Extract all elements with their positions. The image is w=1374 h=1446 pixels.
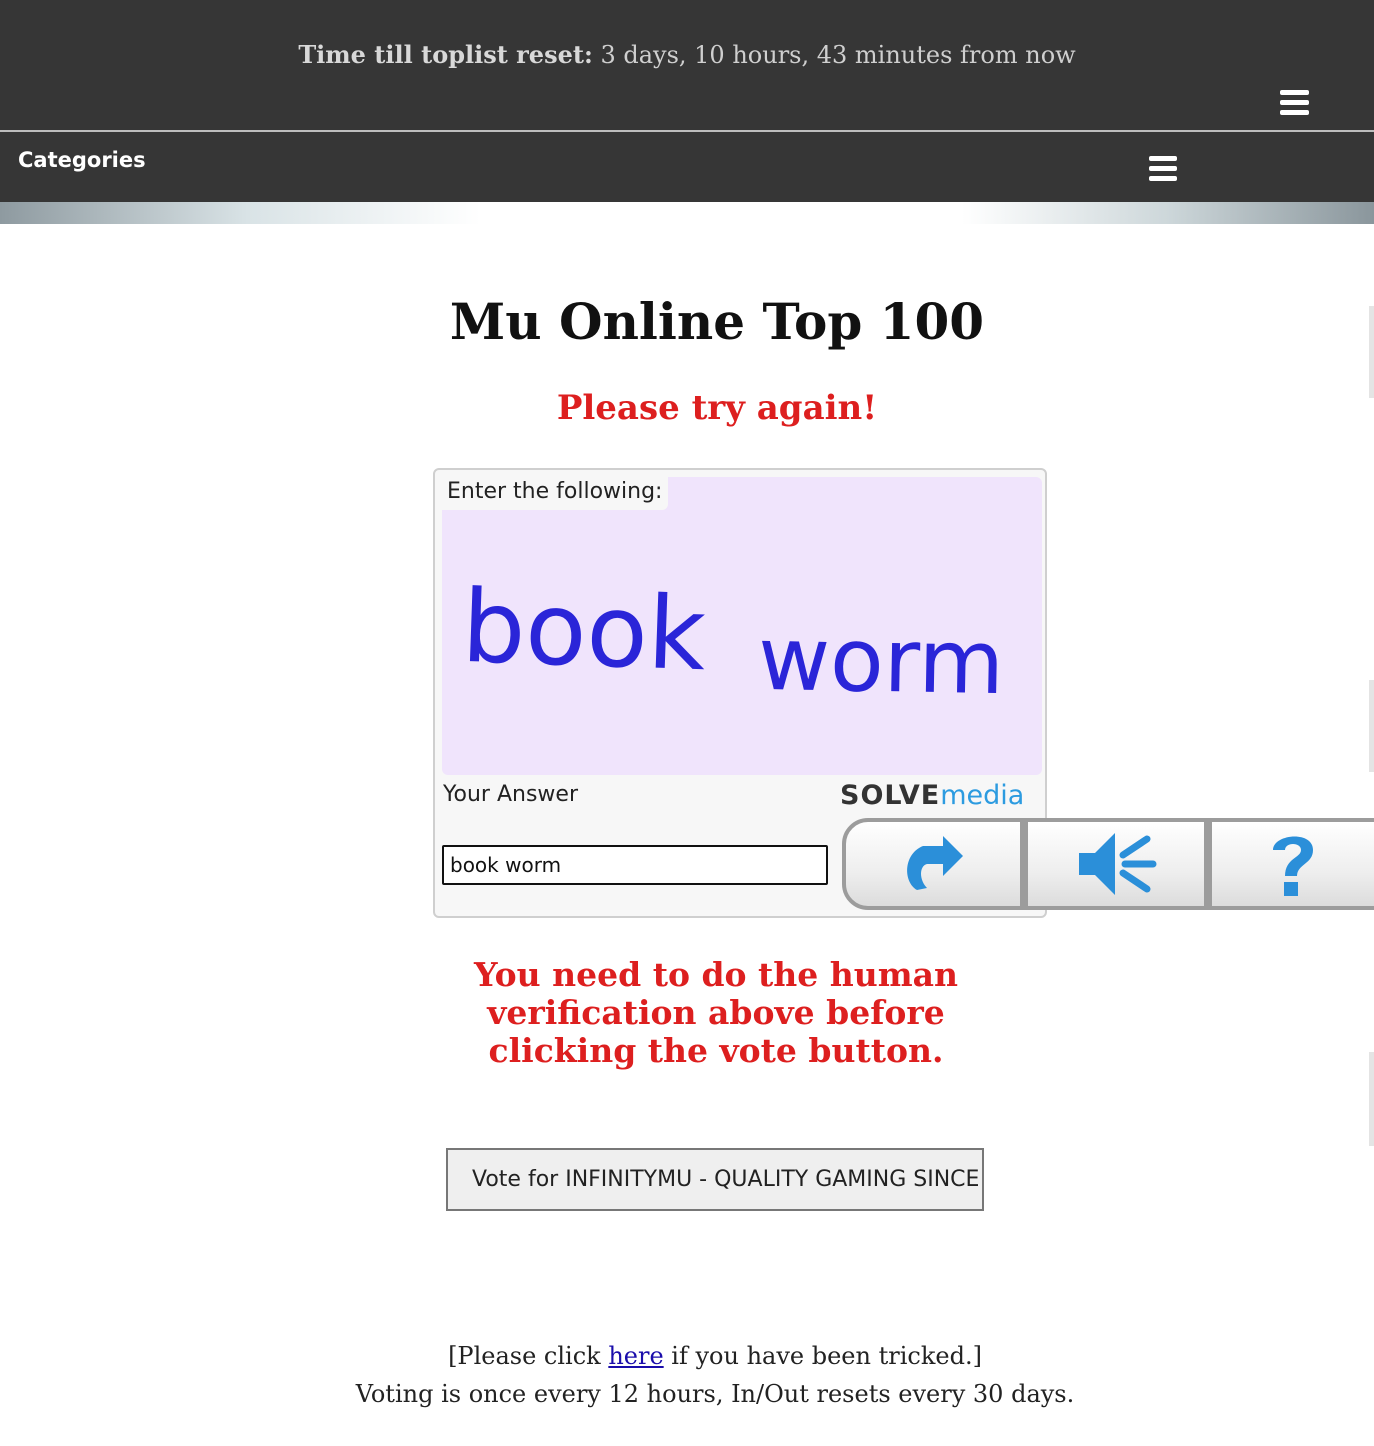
reset-label: Time till toplist reset: bbox=[298, 40, 593, 69]
top-header: Time till toplist reset: 3 days, 10 hour… bbox=[0, 0, 1374, 130]
voting-info: Voting is once every 12 hours, In/Out re… bbox=[355, 1380, 1075, 1408]
captcha-refresh-button[interactable] bbox=[842, 818, 1024, 910]
page-title: Mu Online Top 100 bbox=[449, 292, 985, 351]
scroll-indicator bbox=[1369, 680, 1374, 772]
captcha-word-1: book bbox=[460, 567, 708, 694]
captcha-answer-input[interactable] bbox=[442, 845, 828, 885]
categories-bar: Categories bbox=[0, 132, 1374, 202]
captcha-audio-button[interactable] bbox=[1024, 818, 1208, 910]
solve-media-logo: SOLVEmedia bbox=[840, 780, 1024, 811]
audio-icon bbox=[1079, 833, 1157, 895]
error-message: Please try again! bbox=[556, 388, 878, 428]
brand-solve: SOLVE bbox=[840, 780, 941, 811]
categories-link[interactable]: Categories bbox=[18, 148, 146, 172]
scroll-indicator bbox=[1369, 306, 1374, 398]
captcha-word-2: worm bbox=[757, 606, 1006, 715]
header-banner-image bbox=[0, 202, 1374, 224]
refresh-icon bbox=[907, 836, 963, 890]
answer-label: Your Answer bbox=[443, 782, 578, 807]
captcha-help-button[interactable] bbox=[1208, 818, 1374, 910]
categories-menu-icon[interactable] bbox=[1149, 156, 1177, 182]
menu-icon[interactable] bbox=[1280, 90, 1309, 116]
brand-media: media bbox=[940, 780, 1025, 811]
scroll-indicator bbox=[1369, 1052, 1374, 1146]
tricked-notice: [Please click here if you have been tric… bbox=[0, 1342, 1374, 1370]
captcha-prompt: Enter the following: bbox=[442, 477, 669, 510]
tricked-prefix: [Please click bbox=[448, 1342, 609, 1370]
toplist-reset-timer: Time till toplist reset: 3 days, 10 hour… bbox=[0, 40, 1374, 69]
vote-button[interactable]: Vote for INFINITYMU - QUALITY GAMING SIN… bbox=[446, 1148, 984, 1211]
verification-warning-text: You need to do the human verification ab… bbox=[473, 955, 959, 1070]
help-icon bbox=[1273, 836, 1313, 896]
reset-value: 3 days, 10 hours, 43 minutes from now bbox=[600, 41, 1076, 69]
verification-warning: You need to do the human verification ab… bbox=[0, 956, 1374, 1070]
tricked-link[interactable]: here bbox=[608, 1342, 663, 1370]
captcha-image: Enter the following: book worm bbox=[442, 477, 1042, 775]
tricked-suffix: if you have been tricked.] bbox=[663, 1342, 982, 1370]
